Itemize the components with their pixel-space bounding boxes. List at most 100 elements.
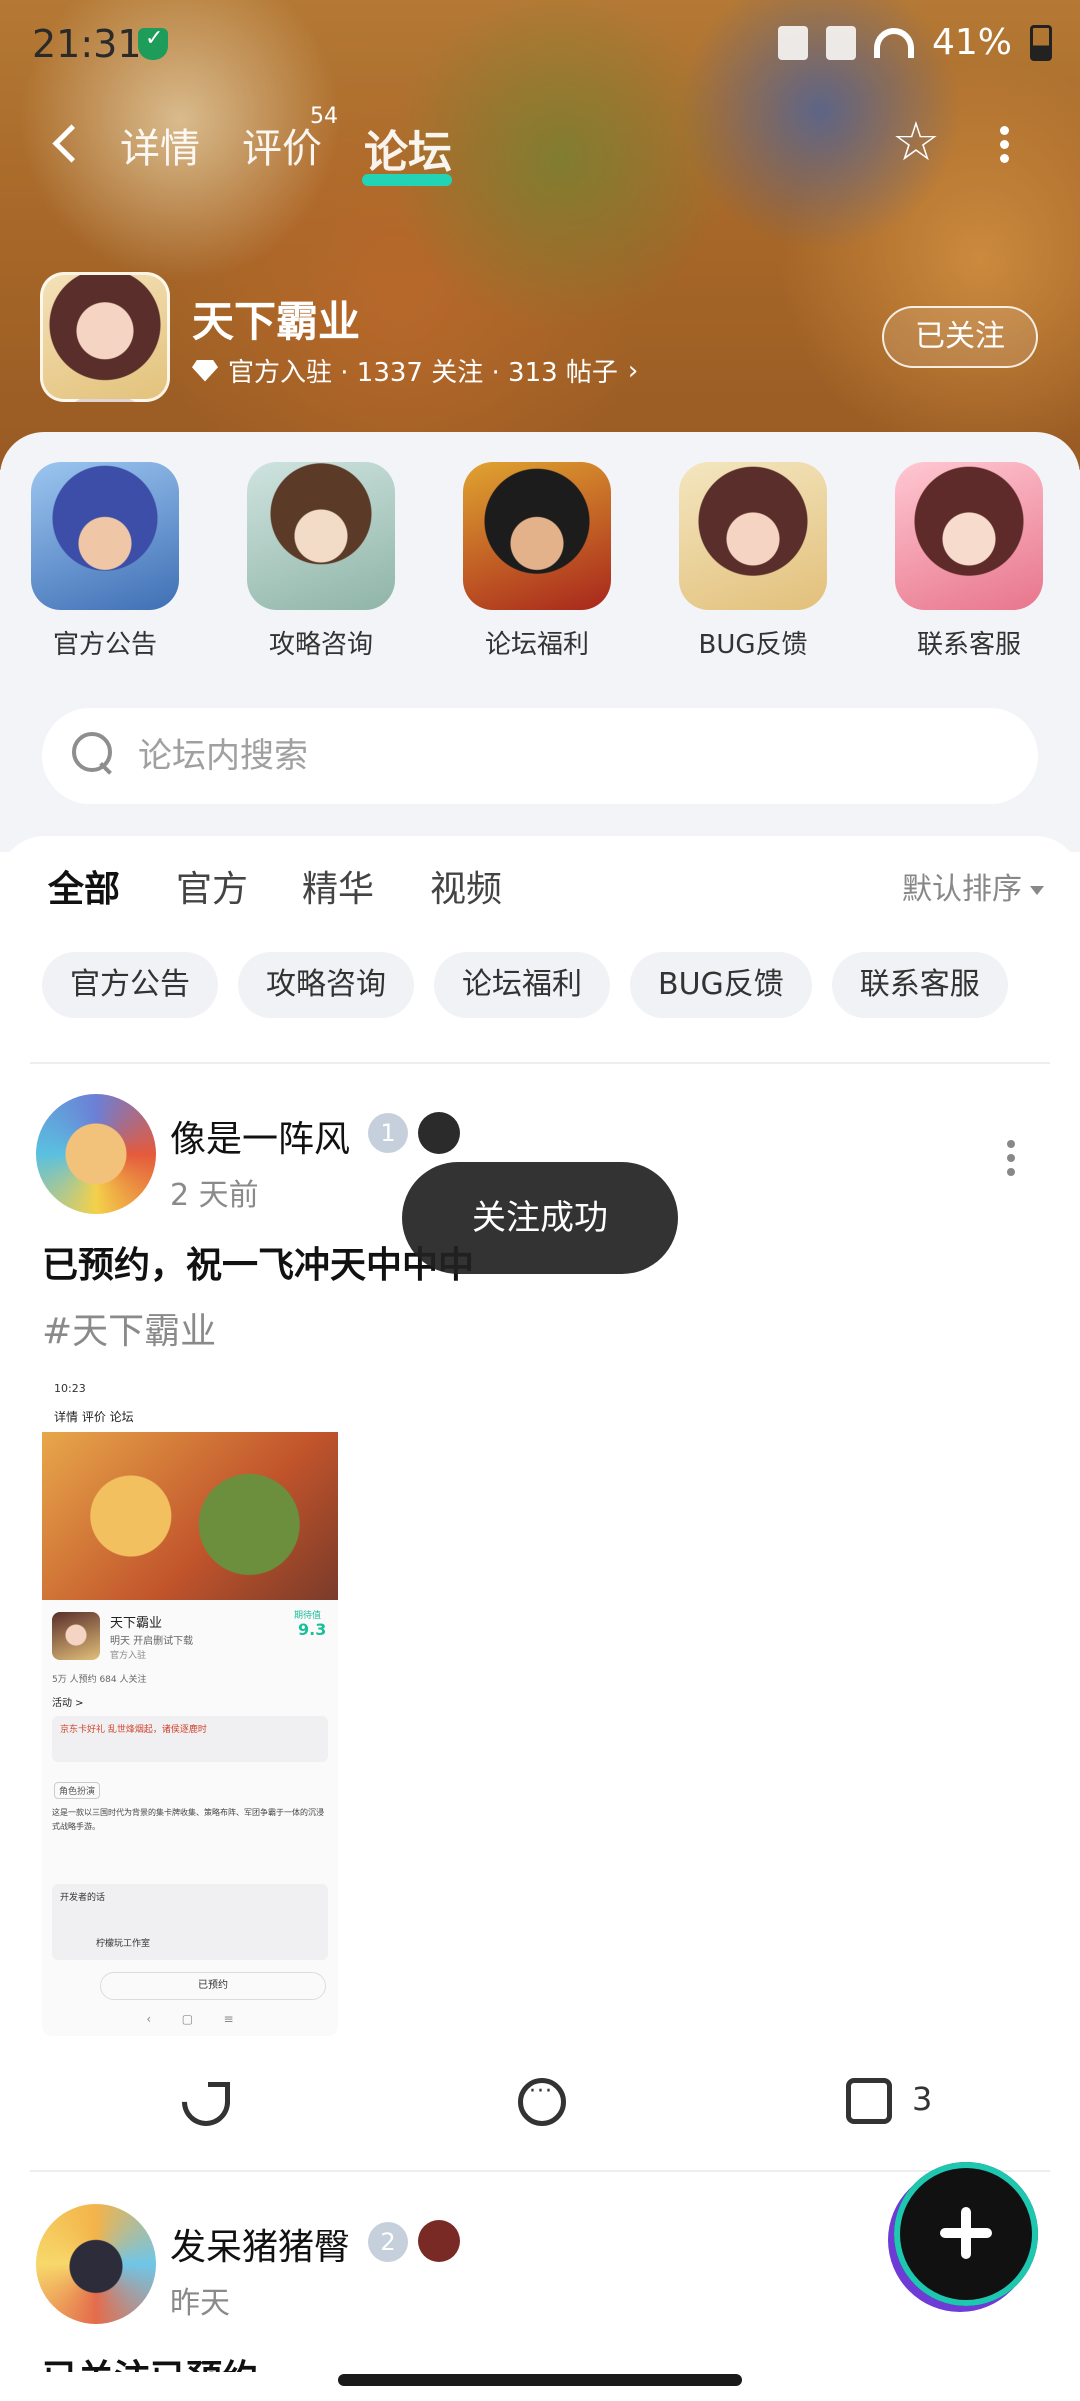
game-meta[interactable]: 官方入驻 · 1337 关注 · 313 帖子 › [192, 352, 638, 389]
category-label: BUG反馈 [698, 630, 808, 660]
sort-label: 默认排序 [902, 872, 1022, 907]
post-text-clipped[interactable]: 已关注已预约 [42, 2344, 258, 2372]
category-customer-service[interactable]: 联系客服 [894, 462, 1044, 661]
screenshot-stats: 5万 人预约 684 人关注 [52, 1675, 147, 1685]
screenshot-activity: 活动 > [52, 1698, 84, 1709]
category-image [31, 462, 179, 610]
chip-customer-service[interactable]: 联系客服 [831, 952, 1008, 1018]
game-avatar[interactable] [40, 272, 170, 402]
category-bug-report[interactable]: BUG反馈 [678, 462, 828, 661]
screenshot-subtitle: 明天 开启删试下载 [110, 1636, 194, 1647]
screenshot-banner-art [42, 1432, 338, 1600]
level-badge: 1 [368, 1113, 408, 1153]
username[interactable]: 发呆猪猪臀 [170, 2218, 350, 2270]
game-name: 天下霸业 [192, 297, 361, 346]
share-arrow-icon [208, 2082, 230, 2104]
tab-official[interactable]: 官方 [176, 860, 248, 912]
screenshot-nav-keys: ‹ ▢ ≡ [146, 2012, 234, 2026]
avatar[interactable] [36, 2204, 156, 2324]
screenshot-studio: 柠檬玩工作室 [96, 1939, 151, 1949]
search-input[interactable] [138, 728, 998, 784]
game-info: 天下霸业 官方入驻 · 1337 关注 · 313 帖子 › 已关注 [0, 270, 1080, 410]
game-meta-text: 官方入驻 · 1337 关注 · 313 帖子 [228, 358, 618, 388]
post-time: 2 天前 [170, 1178, 259, 1213]
screenshot-event-card: 京东卡好礼 乱世烽烟起，诸侯逐鹿时 [52, 1716, 328, 1762]
category-strategy[interactable]: 攻略咨询 [246, 462, 396, 661]
screenshot-desc: 这是一款以三国时代为背景的集卡牌收集、策略布阵、军团争霸于一体的沉浸式战略手游。 [52, 1808, 324, 1831]
post-more-icon[interactable] [1004, 1138, 1018, 1178]
avatar[interactable] [36, 1094, 156, 1214]
divider [30, 2170, 1050, 2172]
divider [30, 1062, 1050, 1064]
screenshot-game-icon [52, 1612, 100, 1660]
category-label: 攻略咨询 [268, 630, 373, 660]
caret-down-icon [1030, 886, 1044, 895]
role-badge-icon [418, 1112, 460, 1154]
sort-dropdown[interactable]: 默认排序 [902, 864, 1044, 908]
tab-video[interactable]: 视频 [430, 860, 502, 912]
status-bar: 21:31 41% [0, 0, 1080, 90]
forum-search-bar[interactable] [42, 708, 1038, 804]
back-icon[interactable] [46, 122, 86, 168]
toast-message: 关注成功 [402, 1162, 678, 1274]
tab-details[interactable]: 详情 [120, 116, 200, 174]
chip-welfare[interactable]: 论坛福利 [434, 952, 610, 1018]
mute-icon [777, 25, 808, 60]
search-icon [72, 732, 116, 776]
create-post-button[interactable] [894, 2162, 1038, 2306]
topic-chips: 官方公告 攻略咨询 论坛福利 BUG反馈 联系客服 [42, 952, 1008, 1018]
screenshot-header: 10:23 详情 评价 论坛 [42, 1376, 338, 1434]
chip-official-announcement[interactable]: 官方公告 [42, 952, 218, 1018]
screenshot-game-name: 天下霸业 [110, 1616, 163, 1631]
category-label: 官方公告 [52, 630, 157, 660]
favorite-star-icon[interactable]: ☆ [888, 114, 944, 170]
screenshot-score: 9.3 [298, 1620, 327, 1639]
like-count: 3 [912, 2080, 933, 2118]
battery-icon [1030, 24, 1052, 61]
post-tag[interactable]: #天下霸业 [42, 1302, 216, 1354]
battery-text: 41% [931, 22, 1012, 63]
level-badge: 2 [368, 2222, 408, 2262]
post-time: 昨天 [170, 2286, 230, 2321]
shield-icon [138, 26, 168, 60]
chip-bug-report[interactable]: BUG反馈 [630, 952, 812, 1018]
screenshot-time: 10:23 [54, 1382, 86, 1395]
home-indicator[interactable] [338, 2374, 742, 2386]
post-actions: 3 [0, 2068, 1080, 2136]
wifi-icon [873, 27, 914, 58]
screenshot-dev-card: 开发者的话 柠檬玩工作室 [52, 1884, 328, 1960]
tab-all[interactable]: 全部 [48, 860, 120, 920]
category-official-announcement[interactable]: 官方公告 [30, 462, 180, 661]
screenshot-event: 京东卡好礼 乱世烽烟起，诸侯逐鹿时 [60, 1725, 207, 1735]
tab-featured[interactable]: 精华 [302, 860, 374, 912]
category-image [895, 462, 1043, 610]
chip-strategy[interactable]: 攻略咨询 [238, 952, 414, 1018]
chevron-right-icon: › [627, 355, 639, 386]
diamond-icon [192, 359, 218, 382]
like-icon[interactable] [846, 2078, 892, 2124]
category-image [247, 462, 395, 610]
review-count-badge: 54 [310, 104, 338, 129]
post-image[interactable]: 10:23 详情 评价 论坛 天下霸业 明天 开启删试下载 官方入驻 期待值 9… [42, 1376, 338, 2036]
filter-tabs: 全部 官方 精华 视频 默认排序 [0, 860, 1080, 930]
category-image [463, 462, 611, 610]
screenshot-official: 官方入驻 [110, 1651, 147, 1661]
screenshot-reserved-button: 已预约 [100, 1972, 326, 2000]
nav-bar: 详情 评价 54 论坛 ☆ [0, 100, 1080, 190]
category-row: 官方公告 攻略咨询 论坛福利 BUG反馈 联系客服 [0, 462, 1080, 672]
category-welfare[interactable]: 论坛福利 [462, 462, 612, 661]
more-menu-icon[interactable] [990, 120, 1020, 170]
role-badge-icon [418, 2220, 460, 2262]
comment-icon[interactable] [518, 2078, 566, 2126]
screenshot-dev-note: 开发者的话 [60, 1893, 106, 1903]
category-label: 论坛福利 [484, 630, 589, 660]
screenshot-tabs: 详情 评价 论坛 [54, 1410, 134, 1424]
category-label: 联系客服 [916, 630, 1021, 660]
category-image [679, 462, 827, 610]
status-icons: 41% [777, 22, 1052, 63]
status-time: 21:31 [32, 22, 142, 66]
tab-forum[interactable]: 论坛 [362, 116, 452, 186]
no-sim-icon [825, 25, 856, 60]
follow-button[interactable]: 已关注 [882, 306, 1038, 368]
username[interactable]: 像是一阵风 [170, 1110, 350, 1162]
